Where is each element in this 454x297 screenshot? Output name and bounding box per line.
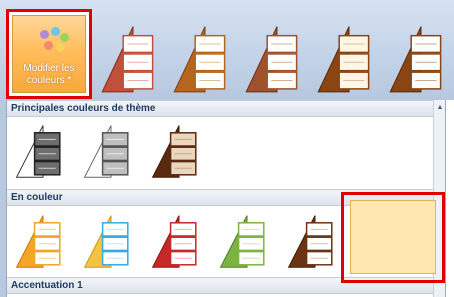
ribbon-color-option[interactable] [386, 22, 454, 98]
colorful-option[interactable] [217, 212, 277, 272]
color-dots-icon [40, 27, 70, 55]
pyramid-list-icon [287, 215, 333, 268]
pyramid-list-icon [15, 215, 61, 268]
pyramid-list-icon [317, 26, 370, 93]
ribbon-color-option[interactable] [98, 22, 168, 98]
colorful-row [13, 212, 353, 272]
ribbon-color-option[interactable] [242, 22, 312, 98]
ribbon-color-option[interactable] [170, 22, 240, 98]
primary-theme-colors-row [13, 122, 217, 182]
theme-color-option[interactable] [81, 122, 141, 182]
theme-color-option[interactable] [13, 122, 73, 182]
pyramid-list-icon [151, 125, 197, 178]
pyramid-list-icon [389, 26, 442, 93]
colorful-option[interactable] [149, 212, 209, 272]
scroll-up-arrow-icon[interactable]: ▲ [435, 102, 445, 114]
selected-color-option[interactable] [341, 192, 445, 283]
modify-colors-label: Modifier les couleurs * [23, 63, 75, 86]
ribbon-color-option[interactable] [314, 22, 384, 98]
colorful-option[interactable] [81, 212, 141, 272]
selected-option-highlight [350, 200, 436, 274]
ribbon-smartart-gallery [98, 22, 454, 98]
pyramid-list-icon [83, 125, 129, 178]
modify-colors-button-face: Modifier les couleurs * [12, 15, 86, 93]
pyramid-list-icon [83, 215, 129, 268]
colorful-option[interactable] [285, 212, 345, 272]
pyramid-list-icon [101, 26, 154, 93]
colorful-option[interactable] [13, 212, 73, 272]
pyramid-list-icon [219, 215, 265, 268]
theme-color-option[interactable] [149, 122, 209, 182]
pyramid-list-icon [245, 26, 298, 93]
section-header-primary-theme-colors: Principales couleurs de thème [7, 100, 435, 117]
pyramid-list-icon [173, 26, 226, 93]
pyramid-list-icon [151, 215, 197, 268]
modify-colors-button[interactable]: Modifier les couleurs * [6, 9, 92, 99]
pyramid-list-icon [15, 125, 61, 178]
